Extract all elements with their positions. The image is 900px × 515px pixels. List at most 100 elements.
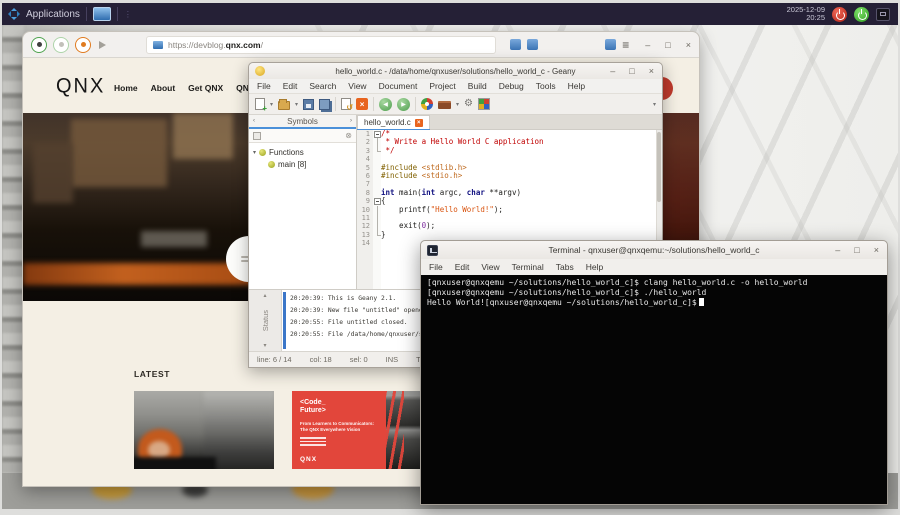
terminal-maximize-button[interactable]: □ (854, 245, 859, 255)
terminal-title: Terminal - qnxuser@qnxqemu:~/solutions/h… (548, 245, 760, 255)
code-line: 8 int main(int argc, char **argv) (365, 187, 521, 197)
browser-menu-icon[interactable]: ≡ (622, 38, 629, 52)
sidebar-tab-symbols[interactable]: Symbols (287, 117, 318, 126)
filter-clear-icon[interactable]: ⊗ (345, 131, 352, 140)
tree-expander-icon[interactable]: ▾ (253, 149, 256, 156)
open-file-icon[interactable] (278, 99, 291, 110)
compile-icon[interactable] (421, 98, 434, 110)
url-text: https://devblog.qnx.com/ (168, 39, 263, 50)
save-all-icon[interactable] (319, 98, 331, 110)
geany-menu-item[interactable]: Edit (283, 81, 298, 91)
site-nav: HomeAboutGet QNXQNX Re (114, 83, 268, 93)
card-subtitle: From Learners to Communicators: The QNX … (300, 421, 375, 432)
build-caret-icon[interactable]: ▾ (456, 101, 459, 108)
statusbar-field: line: 6 / 14 (257, 355, 292, 364)
code-line: 3 */ (365, 145, 395, 155)
build-icon[interactable] (438, 101, 452, 109)
sidebar-scroll-right-icon[interactable]: › (350, 118, 352, 124)
page-info-icon[interactable] (153, 40, 163, 49)
browser-close-button[interactable]: × (686, 40, 691, 50)
browser-minimize-button[interactable]: – (645, 40, 650, 50)
article-card-photo[interactable] (134, 391, 274, 469)
terminal-output[interactable]: [qnxuser@qnxqemu ~/solutions/hello_world… (421, 275, 887, 504)
panel-clock[interactable]: 2025-12-09 20:25 (787, 5, 825, 23)
nav-link[interactable]: Get QNX (188, 83, 223, 93)
bookmark-icon[interactable] (510, 39, 521, 50)
geany-menu-item[interactable]: File (257, 81, 271, 91)
open-file-caret-icon[interactable]: ▾ (295, 101, 298, 108)
nav-link[interactable]: Home (114, 83, 138, 93)
terminal-titlebar[interactable]: Terminal - qnxuser@qnxqemu:~/solutions/h… (421, 241, 887, 259)
terminal-menubar: File Edit View Terminal Tabs Help (421, 259, 887, 275)
geany-menu-item[interactable]: View (348, 81, 366, 91)
browser-maximize-button[interactable]: □ (665, 40, 670, 50)
editor-tabbar: hello_world.c × (357, 115, 662, 130)
status-tab[interactable]: Status (261, 310, 270, 331)
browser-back-button[interactable] (31, 36, 47, 53)
geany-titlebar[interactable]: hello_world.c - /data/home/qnxuser/solut… (249, 63, 662, 79)
sidebar-scroll-left-icon[interactable]: ‹ (253, 118, 255, 124)
geany-menubar: File Edit Search View Document Project Build De… (249, 79, 662, 93)
card-qnx-logo: QNX (300, 456, 318, 463)
geany-maximize-button[interactable]: □ (629, 66, 634, 76)
lock-screen-button[interactable] (876, 7, 890, 21)
geany-app-icon (255, 66, 265, 76)
geany-minimize-button[interactable]: – (610, 66, 615, 76)
geany-menu-item[interactable]: Project (429, 81, 455, 91)
tabs-scroll-down-icon[interactable]: ▾ (263, 342, 266, 349)
geany-menu-item[interactable]: Help (568, 81, 585, 91)
close-file-icon[interactable]: × (356, 98, 369, 110)
terminal-menu-item[interactable]: Tabs (556, 262, 574, 272)
qnx-logo[interactable]: QNX (56, 74, 105, 98)
revert-icon[interactable] (341, 98, 353, 112)
save-icon[interactable] (303, 98, 315, 110)
color-chooser-icon[interactable] (478, 98, 491, 110)
tabs-scroll-up-icon[interactable]: ▴ (263, 292, 266, 299)
toolbar-overflow-icon[interactable]: ▾ (653, 101, 656, 108)
applications-menu[interactable]: Applications (26, 9, 80, 20)
terminal-menu-item[interactable]: Terminal (512, 262, 544, 272)
restart-button[interactable] (854, 6, 869, 22)
geany-menu-item[interactable]: Document (379, 81, 418, 91)
new-file-caret-icon[interactable]: ▾ (270, 101, 273, 108)
terminal-menu-item[interactable]: File (429, 262, 443, 272)
geany-menu-item[interactable]: Search (309, 81, 336, 91)
address-bar[interactable]: https://devblog.qnx.com/ (146, 35, 496, 54)
browser-forward-button[interactable] (53, 36, 69, 53)
panel-toggle-icon[interactable] (527, 39, 538, 50)
tab-hello-world-c[interactable]: hello_world.c × (357, 115, 430, 129)
terminal-line: Hello World![qnxuser@qnxqemu ~/solutions… (427, 298, 881, 308)
panel-separator (116, 7, 118, 21)
article-card-code-future[interactable]: <Code_ Future> From Learners to Communic… (292, 391, 432, 469)
geany-menu-item[interactable]: Build (468, 81, 487, 91)
nav-link[interactable]: About (151, 83, 176, 93)
browser-home-icon[interactable] (99, 40, 106, 49)
browser-reload-button[interactable] (75, 36, 91, 53)
tab-close-icon[interactable]: × (414, 118, 423, 127)
navigate-forward-icon[interactable]: ▶ (397, 97, 411, 111)
terminal-close-button[interactable]: × (874, 245, 879, 255)
terminal-minimize-button[interactable]: – (835, 245, 840, 255)
terminal-menu-item[interactable]: View (481, 262, 499, 272)
symbol-filter-input[interactable]: ⊗ (249, 129, 356, 143)
statusbar-field: col: 18 (309, 355, 332, 364)
code-line: 13} (361, 229, 386, 239)
geany-menu-item[interactable]: Debug (499, 81, 524, 91)
terminal-menu-item[interactable]: Edit (455, 262, 470, 272)
shutdown-button[interactable] (832, 6, 847, 22)
navigate-back-icon[interactable]: ◀ (379, 97, 393, 111)
new-file-icon[interactable] (255, 98, 267, 113)
geany-close-button[interactable]: × (649, 66, 654, 76)
tree-item-main[interactable]: main [8] (249, 158, 356, 170)
terminal-app-icon (427, 244, 438, 256)
applications-menu-icon (8, 8, 20, 20)
code-line: 6 #include <stdio.h> (365, 170, 463, 180)
card-speaker-names (300, 437, 374, 446)
tree-item-functions[interactable]: ▾ Functions (249, 146, 356, 158)
geany-sidebar: ‹ Symbols › ⊗ ▾ Functions main [8] (249, 115, 357, 289)
downloads-icon[interactable] (605, 39, 617, 50)
execute-icon[interactable]: ⚙ (464, 99, 473, 109)
terminal-menu-item[interactable]: Help (586, 262, 603, 272)
geany-menu-item[interactable]: Tools (536, 81, 556, 91)
display-icon[interactable] (92, 7, 111, 21)
